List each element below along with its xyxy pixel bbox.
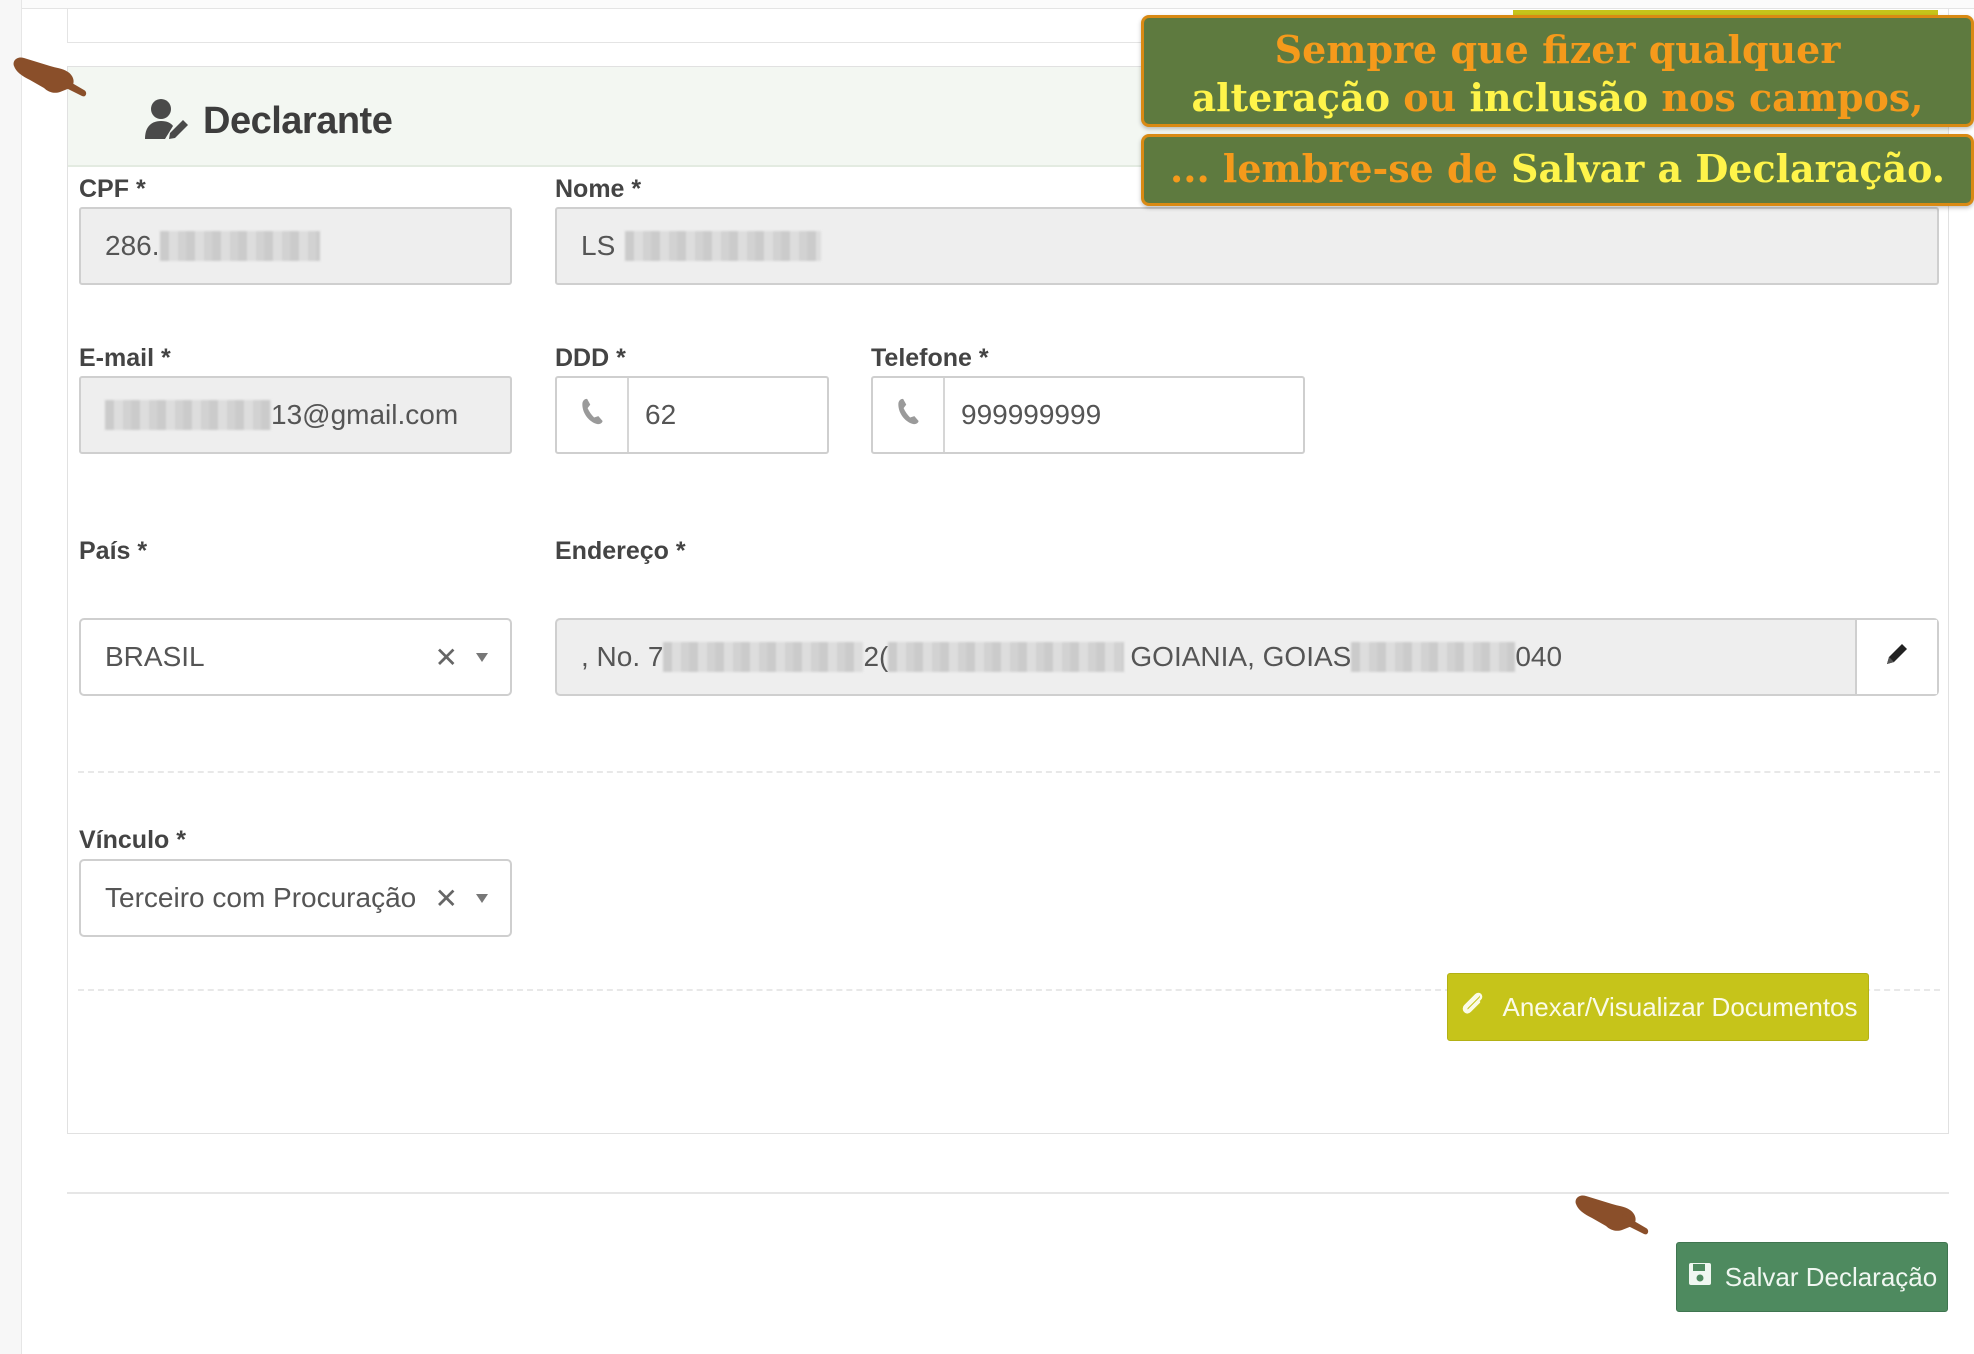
page: Declarante CPF * 286. Nome * LS E-mail *… <box>0 0 1974 1354</box>
pais-label: País * <box>79 537 148 565</box>
cpf-field[interactable]: 286. <box>79 207 512 285</box>
ddd-field[interactable]: 62 <box>555 376 829 454</box>
vinculo-label: Vínculo * <box>79 826 186 854</box>
endereco-part4: 040 <box>1515 641 1563 672</box>
callout-word: nos campos, <box>1661 75 1924 120</box>
telefone-value: 999999999 <box>961 399 1102 430</box>
redacted-text <box>888 642 1125 672</box>
telefone-addon <box>873 378 945 452</box>
callout-line-2: alteração ou inclusão nos campos, <box>1144 74 1971 122</box>
attach-documents-button[interactable]: Anexar/Visualizar Documentos <box>1447 973 1869 1041</box>
pais-select[interactable]: BRASIL ✕ <box>79 618 512 696</box>
endereco-label: Endereço * <box>555 537 686 565</box>
vinculo-select-controls: ✕ <box>435 861 488 935</box>
endereco-part3: GOIANIA, GOIAS <box>1130 641 1352 672</box>
pointing-hand-icon <box>1572 1190 1652 1250</box>
nome-label: Nome * <box>555 175 642 203</box>
vinculo-value: Terceiro com Procuração <box>105 882 417 913</box>
redacted-text <box>105 400 271 430</box>
callout-word: ou <box>1403 75 1457 120</box>
endereco-part2: 2( <box>863 641 889 672</box>
telefone-input-group: 999999999 <box>873 378 1101 452</box>
top-divider <box>22 0 1974 9</box>
telefone-label: Telefone * <box>871 344 989 372</box>
callout-word: Salvar a Declaração. <box>1511 146 1945 191</box>
redacted-text <box>625 231 822 261</box>
redacted-text <box>663 642 864 672</box>
nome-field[interactable]: LS <box>555 207 1939 285</box>
redacted-text <box>1351 642 1516 672</box>
floppy-disk-icon <box>1687 1261 1713 1294</box>
callout-word: ... lembre-se de <box>1169 146 1498 191</box>
phone-icon <box>576 396 608 435</box>
panel-title: Declarante <box>143 95 393 148</box>
email-field[interactable]: 13@gmail.com <box>79 376 512 454</box>
clear-icon[interactable]: ✕ <box>435 641 458 674</box>
pais-value: BRASIL <box>105 641 205 672</box>
ddd-addon <box>557 378 629 452</box>
save-button-label: Salvar Declaração <box>1724 1261 1938 1292</box>
ddd-label: DDD * <box>555 344 626 372</box>
chevron-down-icon[interactable] <box>476 893 488 903</box>
footer-divider <box>67 1192 1949 1194</box>
endereco-part1: , No. 7 <box>581 641 664 672</box>
pointing-hand-icon <box>10 52 90 112</box>
panel-title-text: Declarante <box>203 100 393 142</box>
vinculo-select[interactable]: Terceiro com Procuração ✕ <box>79 859 512 937</box>
save-declaration-button[interactable]: Salvar Declaração <box>1676 1242 1948 1312</box>
nome-value: LS <box>581 230 616 261</box>
telefone-field[interactable]: 999999999 <box>871 376 1305 454</box>
callout-word: alteração <box>1191 75 1391 120</box>
callout-word: inclusão <box>1469 75 1649 120</box>
attach-button-label: Anexar/Visualizar Documentos <box>1502 991 1858 1022</box>
pencil-icon <box>1882 639 1912 676</box>
tip-callout: Sempre que fizer qualquer alteração ou i… <box>1141 15 1974 127</box>
email-value: 13@gmail.com <box>271 399 459 430</box>
tip-callout-reminder: ... lembre-se de Salvar a Declaração. <box>1141 134 1974 206</box>
user-edit-icon <box>143 95 203 148</box>
ddd-input-group: 62 <box>557 378 676 452</box>
cpf-label: CPF * <box>79 175 146 203</box>
phone-icon <box>892 396 924 435</box>
endereco-field[interactable]: , No. 7 2( GOIANIA, GOIAS 040 <box>555 618 1939 696</box>
email-label: E-mail * <box>79 344 171 372</box>
cpf-value: 286. <box>105 230 160 261</box>
edit-address-button[interactable] <box>1855 620 1937 694</box>
paperclip-icon <box>1458 989 1488 1026</box>
clear-icon[interactable]: ✕ <box>435 882 458 915</box>
redacted-text <box>159 231 320 261</box>
chevron-down-icon[interactable] <box>476 652 488 662</box>
section-divider <box>78 771 1940 773</box>
left-rail <box>0 0 22 1354</box>
ddd-value: 62 <box>645 399 677 430</box>
callout-line-1: Sempre que fizer qualquer <box>1274 27 1841 72</box>
pais-select-controls: ✕ <box>435 620 488 694</box>
